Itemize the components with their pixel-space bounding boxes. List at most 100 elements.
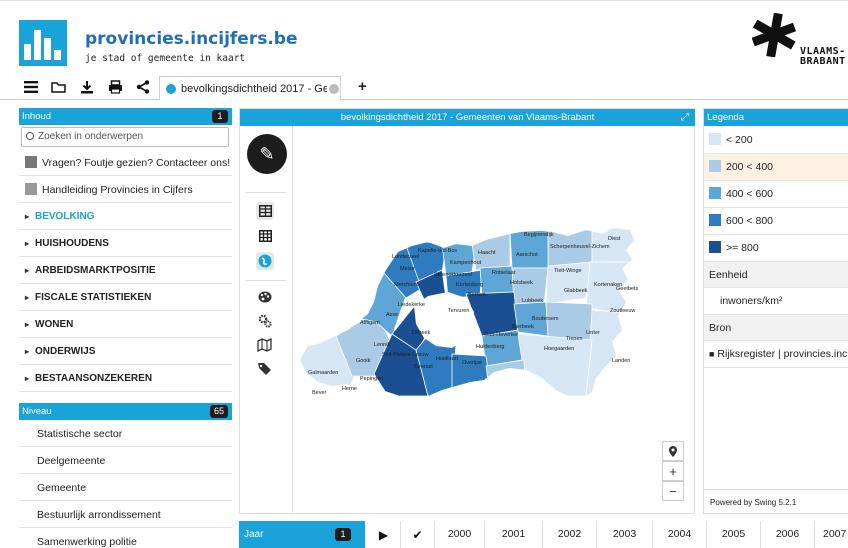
legend-header: Legenda bbox=[704, 109, 848, 126]
map-label: Lubbeek bbox=[522, 298, 543, 304]
map-label: Rotselaar bbox=[492, 270, 516, 276]
zoom-in-button[interactable]: + bbox=[662, 461, 684, 481]
category-fiscale-statistieken[interactable]: FISCALE STATISTIEKEN bbox=[19, 285, 232, 311]
legend-swatch bbox=[709, 241, 721, 253]
map-layers-icon[interactable] bbox=[256, 336, 274, 354]
choropleth-map[interactable]: Londerzeel Kapelle-o/d-Bos Meise Merchte… bbox=[296, 226, 640, 401]
year-item[interactable]: 2005 bbox=[707, 521, 761, 548]
topic-search-input[interactable]: Zoeken in onderwerpen bbox=[21, 127, 229, 147]
map-label: Hoeilaart bbox=[436, 356, 458, 362]
legend-swatch bbox=[709, 160, 721, 172]
table-icon[interactable] bbox=[256, 202, 274, 220]
partner-name-line2: BRABANT bbox=[800, 56, 846, 67]
level-panel-title: Niveau bbox=[22, 406, 52, 417]
map-label: Lennik bbox=[374, 342, 390, 348]
level-item[interactable]: Deelgemeente bbox=[19, 448, 232, 474]
toolbar: bevolkingsdichtheid 2017 - Geme + bbox=[0, 74, 848, 100]
add-tab-button[interactable]: + bbox=[358, 78, 367, 95]
map-label: Bertem bbox=[468, 292, 486, 298]
timeline-header: Jaar 1 bbox=[239, 521, 365, 548]
legend-class[interactable]: 400 < 600 bbox=[704, 181, 848, 208]
map-label: Dilbeek bbox=[412, 330, 431, 336]
legend-class[interactable]: 600 < 800 bbox=[704, 208, 848, 235]
site-name[interactable]: provincies.incijfers.be bbox=[85, 29, 298, 49]
labels-tag-icon[interactable] bbox=[256, 360, 274, 378]
category-huishoudens[interactable]: HUISHOUDENS bbox=[19, 231, 232, 257]
legend-panel: Legenda < 200 200 < 400 400 < 600 600 < … bbox=[703, 108, 848, 514]
legend-class-label: 400 < 600 bbox=[726, 188, 774, 200]
check-all-icon[interactable]: ✔ bbox=[401, 521, 435, 548]
locate-icon[interactable] bbox=[662, 441, 684, 461]
share-icon[interactable] bbox=[134, 78, 152, 96]
palette-icon[interactable] bbox=[256, 288, 274, 306]
map-label: Asse bbox=[386, 312, 398, 318]
unit-value: inwoners/km² bbox=[704, 288, 848, 315]
map-label: Diest bbox=[608, 236, 621, 242]
map-view-icon[interactable] bbox=[256, 252, 274, 270]
link-manual[interactable]: Handleiding Provincies in Cijfers bbox=[19, 177, 232, 203]
expand-icon[interactable]: ⤢ bbox=[681, 109, 689, 126]
legend-class[interactable]: >= 800 bbox=[704, 235, 848, 262]
map-label: Bierbeek bbox=[512, 324, 534, 330]
settings-gears-icon[interactable] bbox=[256, 312, 274, 330]
menu-icon[interactable] bbox=[22, 78, 40, 96]
tab-close-icon[interactable] bbox=[329, 83, 339, 94]
map-label: Merchtem bbox=[394, 282, 419, 288]
zoom-out-button[interactable]: − bbox=[662, 481, 684, 501]
map-label: Kampenhout bbox=[450, 260, 482, 266]
open-folder-icon[interactable] bbox=[50, 78, 68, 96]
year-timeline: Jaar 1 ▶ ✔ 2000 2001 2002 2003 2004 2005… bbox=[239, 521, 848, 548]
map-label: Affligem bbox=[360, 320, 380, 326]
print-icon[interactable] bbox=[106, 78, 124, 96]
powered-by: Powered by Swing 5.2.1 bbox=[704, 489, 848, 515]
year-item[interactable]: 2001 bbox=[485, 521, 543, 548]
category-arbeidsmarktpositie[interactable]: ARBEIDSMARKTPOSITIE bbox=[19, 258, 232, 284]
year-item[interactable]: 2006 bbox=[761, 521, 815, 548]
legend-class[interactable]: < 200 bbox=[704, 127, 848, 154]
map-label: Tielt-Winge bbox=[554, 268, 582, 274]
site-logo-icon[interactable] bbox=[19, 20, 67, 66]
map-label: Holsbeek bbox=[510, 280, 533, 286]
map-label: Scherpenheuvel-Zichem bbox=[550, 244, 610, 250]
map-label: Herne bbox=[342, 386, 357, 392]
level-item[interactable]: Samenwerking politie bbox=[19, 529, 232, 548]
tab-map[interactable]: bevolkingsdichtheid 2017 - Geme bbox=[159, 76, 341, 100]
map-label: Hoegaarden bbox=[544, 346, 574, 352]
category-bestaansonzekeren[interactable]: BESTAANSONZEKEREN bbox=[19, 366, 232, 392]
link-contact[interactable]: Vragen? Foutje gezien? Contacteer ons! bbox=[19, 150, 232, 176]
legend-class-label: < 200 bbox=[726, 134, 753, 146]
category-wonen[interactable]: WONEN bbox=[19, 312, 232, 338]
level-item[interactable]: Gemeente bbox=[19, 475, 232, 501]
source-value[interactable]: ■ Rijksregister | provincies.incijfers.b… bbox=[704, 341, 848, 368]
year-item[interactable]: 2004 bbox=[653, 521, 707, 548]
map-label: Overijse bbox=[462, 360, 482, 366]
tab-map-label: bevolkingsdichtheid 2017 - Geme bbox=[181, 82, 327, 95]
year-item[interactable]: 2002 bbox=[543, 521, 597, 548]
map-label: Boutersem bbox=[532, 316, 559, 322]
map-label: Oud-Heverlee bbox=[484, 332, 518, 338]
grid-table-icon[interactable] bbox=[256, 227, 274, 245]
download-icon[interactable] bbox=[78, 78, 96, 96]
map-label: Liedekerke bbox=[398, 302, 425, 308]
map-label: Londerzeel bbox=[392, 254, 419, 260]
map-label: Bever bbox=[312, 390, 327, 396]
category-onderwijs[interactable]: ONDERWIJS bbox=[19, 339, 232, 365]
map-label: Linter bbox=[586, 330, 600, 336]
level-item[interactable]: Bestuurlijk arrondissement bbox=[19, 502, 232, 528]
year-item[interactable]: 2000 bbox=[435, 521, 485, 548]
external-link-icon bbox=[25, 156, 37, 168]
year-item[interactable]: 2007 bbox=[815, 521, 848, 548]
level-item[interactable]: Statistische sector bbox=[19, 421, 232, 447]
legend-class-highlighted[interactable]: 200 < 400 bbox=[704, 154, 848, 181]
map-label: Galmaarden bbox=[308, 370, 338, 376]
edit-pencil-icon[interactable]: ✎ bbox=[247, 134, 287, 174]
year-item[interactable]: 2003 bbox=[597, 521, 653, 548]
link-contact-label: Vragen? Foutje gezien? Contacteer ons! bbox=[42, 157, 231, 169]
level-panel-badge: 65 bbox=[209, 405, 228, 418]
source-label: Rijksregister | provincies.incijfers.be bbox=[717, 348, 848, 360]
map-label: Aarschot bbox=[516, 252, 538, 258]
legend-swatch bbox=[709, 214, 721, 226]
play-icon[interactable]: ▶ bbox=[367, 521, 401, 548]
map-label: Sint-Pieters-Leeuw bbox=[382, 352, 428, 358]
category-bevolking[interactable]: BEVOLKING bbox=[19, 204, 232, 230]
